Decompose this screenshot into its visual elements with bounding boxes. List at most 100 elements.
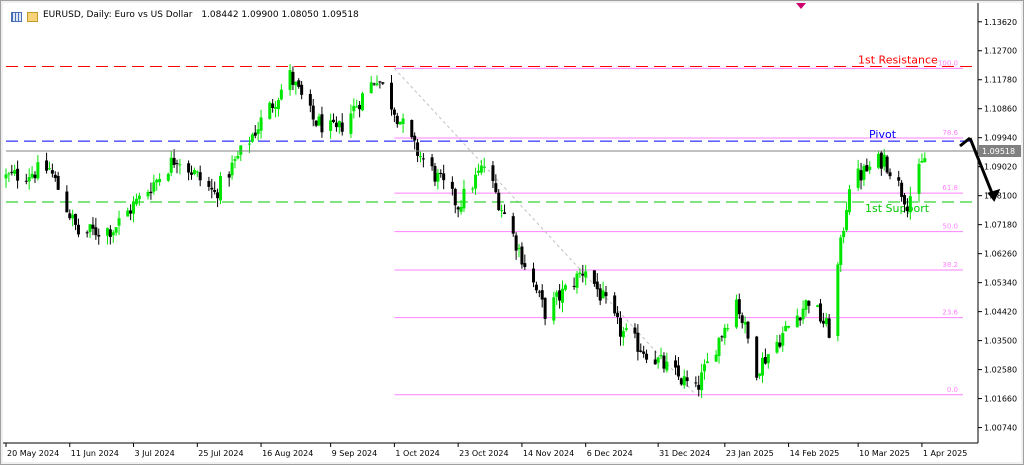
candle-body: [517, 247, 521, 249]
candle-body: [439, 172, 443, 174]
candle-body: [885, 156, 889, 173]
bar-chart-icon[interactable]: [11, 12, 22, 22]
candle-body: [816, 305, 820, 307]
candle-body: [616, 312, 620, 318]
candle-body: [775, 341, 779, 353]
candle-body: [166, 173, 170, 181]
x-tick-label: 31 Dec 2024: [659, 449, 710, 458]
candle-body: [155, 179, 159, 183]
candle-body: [311, 105, 315, 120]
candle-body: [578, 272, 582, 275]
candle-body: [682, 376, 686, 386]
candle-body: [132, 202, 136, 214]
fib-level-label: 78.6: [942, 129, 958, 137]
candle-body: [511, 216, 515, 234]
candle-body: [598, 288, 602, 301]
candle-body: [378, 81, 382, 83]
candle-body: [723, 327, 727, 339]
candle-body: [207, 180, 211, 187]
x-tick-label: 11 Jun 2024: [71, 449, 119, 458]
candle-body: [839, 237, 843, 265]
candle-body: [888, 172, 892, 177]
candle-body: [389, 82, 393, 110]
candle-body: [656, 357, 660, 363]
fib-level-label: 50.0: [942, 223, 958, 231]
candle-body: [178, 164, 182, 166]
candle-body: [821, 320, 825, 324]
candle-body: [755, 336, 759, 378]
candle-body: [882, 154, 886, 167]
candle-body: [279, 89, 283, 100]
x-tick-label: 1 Apr 2025: [923, 449, 967, 458]
candle-body: [94, 227, 98, 236]
y-tick-label: 1.06260: [984, 250, 1017, 259]
x-tick-label: 3 Jul 2024: [135, 449, 175, 458]
level-label: 1st Support: [865, 202, 930, 215]
settings-icon[interactable]: [27, 12, 38, 22]
candle-body: [56, 175, 60, 190]
candle-body: [416, 142, 420, 156]
candle-body: [905, 206, 909, 212]
candle-body: [734, 299, 738, 328]
candle-body: [16, 168, 20, 181]
candle-body: [297, 80, 301, 87]
candle-body: [674, 360, 678, 368]
chart-area[interactable]: 100.0 78.6 61.8 50.0 38.2 23.6 0.0 1st Resista…: [3, 3, 1021, 462]
candle-body: [662, 355, 666, 369]
candle-body: [71, 214, 75, 219]
candle-body: [491, 165, 495, 182]
candle-body: [227, 174, 231, 178]
candle-body: [320, 114, 324, 133]
y-tick-label: 1.00740: [984, 424, 1017, 433]
candle-body: [274, 106, 278, 109]
candle-body: [679, 378, 683, 385]
symbol-description: EURUSD, Daily: Euro vs US Dollar: [43, 10, 193, 20]
candle-body: [642, 351, 646, 354]
fib-level-label: 61.8: [942, 184, 958, 192]
x-tick-label: 6 Dec 2024: [587, 449, 633, 458]
x-tick-label: 16 Aug 2024: [262, 449, 313, 458]
y-tick-label: 1.13620: [984, 18, 1017, 27]
candle-body: [175, 163, 179, 165]
candle-body: [862, 166, 866, 180]
y-tick-label: 1.09020: [984, 163, 1017, 172]
y-tick-label: 1.09940: [984, 134, 1017, 143]
candle-body: [401, 118, 405, 124]
candle-body: [117, 218, 121, 226]
chart-overlays: [6, 3, 1001, 202]
candle-body: [798, 317, 802, 321]
candle-body: [592, 270, 596, 284]
candle-body: [198, 172, 202, 181]
candle-body: [720, 336, 724, 338]
y-tick-label: 1.02580: [984, 366, 1017, 375]
candle-body: [210, 187, 214, 190]
candle-body: [645, 353, 649, 360]
candle-body: [76, 224, 80, 235]
candle-body: [595, 281, 599, 290]
y-tick-label: 1.03500: [984, 337, 1017, 346]
candle-body: [613, 295, 617, 314]
candle-body: [317, 116, 321, 126]
price-chart[interactable]: 100.078.661.850.038.223.60.0 1st Resista…: [3, 3, 1021, 462]
candle-body: [563, 285, 567, 290]
candle-body: [746, 321, 750, 339]
candle-body: [91, 224, 95, 229]
candle-body: [436, 172, 440, 182]
candle-body: [7, 173, 11, 175]
y-tick-label: 1.04420: [984, 308, 1017, 317]
candle-body: [68, 213, 72, 219]
candle-body: [601, 290, 605, 299]
candle-body: [453, 188, 457, 206]
candle-body: [621, 331, 625, 338]
candle-body: [332, 119, 336, 122]
candle-body: [760, 357, 764, 376]
candle-body: [787, 325, 791, 328]
candle-body: [369, 82, 373, 94]
x-tick-label: 23 Oct 2024: [459, 449, 508, 458]
candle-body: [259, 117, 263, 131]
candle-body: [685, 377, 689, 382]
candle-body: [520, 246, 524, 265]
candle-body: [479, 165, 483, 173]
x-tick-label: 25 Jul 2024: [198, 449, 243, 458]
candle-body: [561, 288, 565, 303]
